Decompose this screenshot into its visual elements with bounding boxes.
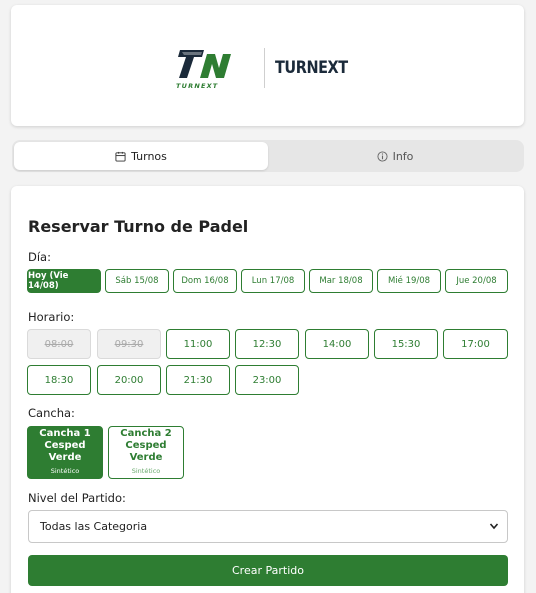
day-button[interactable]: Sáb 15/08: [105, 269, 169, 293]
svg-text:TURNEXT: TURNEXT: [176, 82, 218, 90]
tab-label: Turnos: [131, 149, 167, 163]
day-label: Día:: [28, 250, 51, 264]
court-label: Cancha:: [28, 406, 75, 420]
court-option-2[interactable]: Cancha 2 Cesped Verde Sintético: [108, 426, 184, 479]
time-slot[interactable]: 18:30: [27, 365, 91, 395]
tab-info[interactable]: Info: [268, 142, 522, 170]
day-button[interactable]: Mar 18/08: [309, 269, 373, 293]
logo-divider: [264, 48, 266, 88]
time-slot[interactable]: 14:00: [305, 329, 369, 359]
court-type: Sintético: [50, 467, 80, 475]
time-slot[interactable]: 21:30: [166, 365, 230, 395]
calendar-icon: [115, 151, 126, 162]
time-label: Horario:: [28, 310, 75, 324]
level-select-value: Todas las Categoria: [40, 520, 148, 533]
day-button[interactable]: Jue 20/08: [445, 269, 508, 293]
time-slot[interactable]: 12:30: [235, 329, 299, 359]
header-card: TURNEXT TURNEXT: [11, 5, 524, 126]
turnext-logo-icon: TURNEXT: [174, 46, 234, 90]
court-surface: Cesped Verde: [125, 440, 167, 463]
level-label: Nivel del Partido:: [28, 491, 126, 505]
time-slot[interactable]: 20:00: [97, 365, 161, 395]
create-match-button[interactable]: Crear Partido: [28, 555, 508, 586]
brand-wordmark: TURNEXT: [275, 58, 348, 78]
court-option-1[interactable]: Cancha 1 Cesped Verde Sintético: [27, 426, 103, 479]
time-slot-disabled: 08:00: [27, 329, 91, 359]
tab-bar: Turnos Info: [12, 140, 524, 172]
court-type: Sintético: [131, 467, 161, 475]
time-slot-disabled: 09:30: [97, 329, 161, 359]
tab-label: Info: [392, 149, 414, 163]
brand-logo: TURNEXT TURNEXT: [11, 43, 524, 93]
time-slot[interactable]: 11:00: [166, 329, 230, 359]
level-select[interactable]: Todas las Categoria: [28, 510, 508, 543]
page-title: Reservar Turno de Padel: [28, 217, 249, 236]
booking-card: Reservar Turno de Padel Día: Hoy (Vie 14…: [11, 186, 524, 593]
court-name: Cancha 1: [39, 428, 91, 439]
court-name: Cancha 2: [120, 428, 172, 439]
time-slot[interactable]: 15:30: [374, 329, 438, 359]
day-button[interactable]: Dom 16/08: [173, 269, 237, 293]
day-button-today[interactable]: Hoy (Vie 14/08): [27, 269, 101, 293]
tab-turnos[interactable]: Turnos: [14, 142, 268, 170]
day-button[interactable]: Mié 19/08: [377, 269, 441, 293]
info-icon: [377, 150, 388, 162]
court-surface: Cesped Verde: [44, 440, 86, 463]
time-slot[interactable]: 23:00: [235, 365, 299, 395]
time-slot[interactable]: 17:00: [443, 329, 508, 359]
chevron-down-icon: [489, 523, 499, 530]
day-button[interactable]: Lun 17/08: [241, 269, 305, 293]
